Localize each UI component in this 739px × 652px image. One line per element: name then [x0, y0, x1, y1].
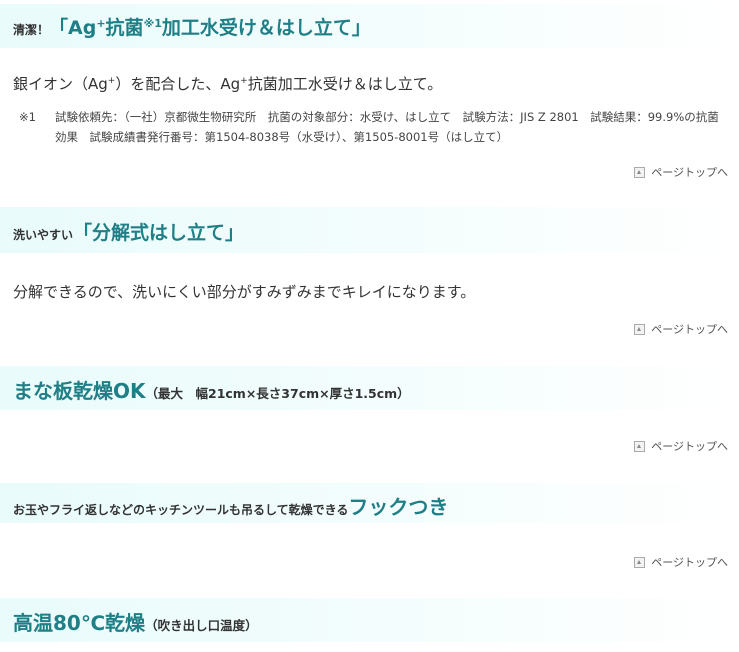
page-top-arrow-icon [634, 440, 646, 452]
section-header-antibacterial: 清潔！「Ag+抗菌※1加工水受け＆はし立て」 [0, 4, 733, 48]
footnote-text: 試験依頼先：（一社）京都微生物研究所 抗菌の対象部分：水受け、はし立て 試験方法… [55, 110, 719, 144]
section-main-title: 「分解式はし立て」 [73, 222, 245, 244]
section-title: 高温80℃乾燥（吹き出し口温度） [13, 607, 258, 636]
section-header-high-temp: 高温80℃乾燥（吹き出し口温度） [0, 598, 733, 642]
section-title: まな板乾燥OK（最大 幅21cm×長さ37cm×厚さ1.5cm） [13, 375, 410, 404]
section-lead: お玉やフライ返しなどのキッチンツールも吊るして乾燥できる [13, 503, 349, 517]
section-lead: 洗いやすい [13, 228, 74, 242]
section-main-title: 「Ag+抗菌※1加工水受け＆はし立て」 [49, 17, 371, 39]
page-top-arrow-icon [634, 166, 646, 178]
section-header-cutting-board: まな板乾燥OK（最大 幅21cm×長さ37cm×厚さ1.5cm） [0, 366, 733, 410]
section-description: 銀イオン（Ag+）を配合した、Ag+抗菌加工水受け＆はし立て。 [13, 75, 443, 93]
section-lead: 清潔！ [13, 23, 50, 37]
section-note: （吹き出し口温度） [145, 618, 258, 633]
section-main-title: まな板乾燥OK [13, 379, 146, 403]
section-header-hook: お玉やフライ返しなどのキッチンツールも吊るして乾燥できるフックつき [0, 483, 733, 523]
page-top-link[interactable]: ページトップへ [634, 438, 728, 454]
footnote-mark: ※1 [19, 110, 36, 124]
page-top-arrow-icon [634, 323, 646, 335]
section-description: 分解できるので、洗いにくい部分がすみずみまでキレイになります。 [13, 283, 476, 301]
page-top-arrow-icon [634, 556, 646, 568]
section-main-title: 高温80℃乾燥 [13, 611, 146, 635]
section-main-title: フックつき [348, 495, 449, 519]
page-top-link[interactable]: ページトップへ [634, 554, 728, 570]
section-title: 洗いやすい「分解式はし立て」 [13, 218, 244, 245]
section-title: お玉やフライ返しなどのキッチンツールも吊るして乾燥できるフックつき [13, 491, 448, 520]
page-top-link[interactable]: ページトップへ [634, 321, 728, 337]
page-top-link[interactable]: ページトップへ [634, 164, 728, 180]
section-header-removable: 洗いやすい「分解式はし立て」 [0, 207, 733, 253]
section-title: 清潔！「Ag+抗菌※1加工水受け＆はし立て」 [13, 13, 371, 40]
footnote: ※1 試験依頼先：（一社）京都微生物研究所 抗菌の対象部分：水受け、はし立て 試… [19, 107, 719, 147]
section-note: （最大 幅21cm×長さ37cm×厚さ1.5cm） [145, 386, 410, 401]
